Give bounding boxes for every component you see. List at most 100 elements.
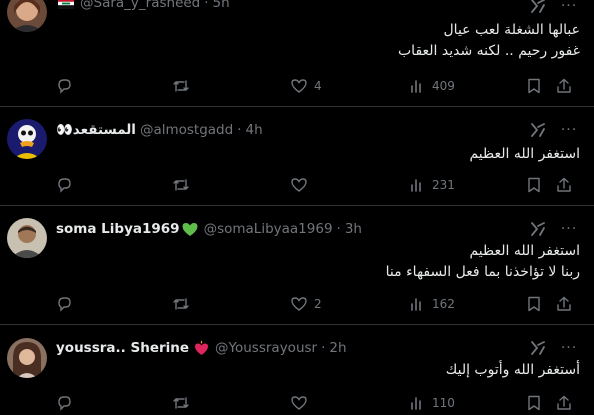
views-button[interactable]: 162 <box>408 294 455 314</box>
more-icon[interactable]: ··· <box>560 121 578 139</box>
share-icon <box>557 177 571 192</box>
tweet-header: @Sara_y_rasheed · 5h <box>56 0 230 13</box>
reply-button[interactable] <box>55 76 79 96</box>
timestamp[interactable]: 5h <box>213 0 230 11</box>
tweet[interactable]: المستقعد👀 @almostgadd · 4h ··· استغفر ال… <box>0 107 594 206</box>
like-count: 2 <box>314 297 322 311</box>
retweet-button[interactable] <box>172 294 196 314</box>
like-button[interactable]: 2 <box>290 294 322 314</box>
avatar[interactable] <box>7 119 47 159</box>
views-button[interactable]: 409 <box>408 76 455 96</box>
user-handle[interactable]: @Sara_y_rasheed <box>80 0 200 11</box>
tweet-text-line: عبالها الشغلة لعب عيال <box>443 22 581 38</box>
heart-icon <box>291 396 307 410</box>
grok-icon[interactable] <box>529 339 547 357</box>
timestamp[interactable]: 4h <box>246 122 263 138</box>
retweet-icon <box>173 397 189 409</box>
tweet[interactable]: youssra.. Sherine @Youssrayousr · 2h ···… <box>0 325 594 415</box>
separator-dot: · <box>321 340 326 356</box>
tweet[interactable]: soma Libya1969 @somaLibyaa1969 · 3h ··· … <box>0 206 594 325</box>
retweet-icon <box>173 80 189 92</box>
views-button[interactable]: 231 <box>408 175 455 195</box>
user-handle[interactable]: @somaLibyaa1969 <box>204 221 333 237</box>
avatar[interactable] <box>7 0 47 32</box>
views-icon <box>411 80 421 93</box>
tweet-text-line: استغفر الله العظيم <box>469 243 580 259</box>
bookmark-button[interactable] <box>525 76 543 96</box>
avatar[interactable] <box>7 218 47 258</box>
like-button[interactable] <box>290 393 314 413</box>
grok-icon[interactable] <box>529 121 547 139</box>
timestamp[interactable]: 2h <box>329 340 346 356</box>
display-name[interactable]: المستقعد👀 <box>56 122 136 138</box>
tweet-text: استغفر الله العظيم ربنا لا تؤاخذنا بما ف… <box>386 241 580 283</box>
grok-icon[interactable] <box>529 220 547 238</box>
tweet-feed: @Sara_y_rasheed · 5h ··· عبالها الشغلة ل… <box>0 0 594 415</box>
share-button[interactable] <box>555 175 573 195</box>
reply-icon <box>58 178 71 193</box>
separator-dot: · <box>336 221 341 237</box>
views-icon <box>411 298 421 311</box>
like-button[interactable]: 4 <box>290 76 322 96</box>
bookmark-button[interactable] <box>525 294 543 314</box>
views-button[interactable]: 110 <box>408 393 455 413</box>
views-count: 231 <box>432 178 455 192</box>
views-count: 409 <box>432 79 455 93</box>
action-bar: 231 <box>0 175 594 195</box>
more-icon[interactable]: ··· <box>560 0 578 15</box>
retweet-button[interactable] <box>172 76 196 96</box>
bookmark-icon <box>528 78 540 94</box>
bookmark-icon <box>528 395 540 411</box>
grok-icon[interactable] <box>529 0 547 15</box>
user-handle[interactable]: @almostgadd <box>140 122 233 138</box>
like-count: 4 <box>314 79 322 93</box>
bookmark-icon <box>528 177 540 193</box>
heart-on-fire-icon <box>194 340 209 356</box>
heart-icon <box>291 178 307 192</box>
tweet-text: عبالها الشغلة لعب عيال غفور رحيم .. لكنه… <box>398 20 580 62</box>
tweet-header: soma Libya1969 @somaLibyaa1969 · 3h <box>56 219 362 239</box>
retweet-button[interactable] <box>172 175 196 195</box>
display-name[interactable]: youssra.. Sherine <box>56 340 189 356</box>
share-icon <box>557 395 571 410</box>
tweet-text: أستغفر الله وأتوب إليك <box>446 360 580 381</box>
avatar[interactable] <box>7 338 47 378</box>
views-count: 110 <box>432 396 455 410</box>
display-name[interactable]: soma Libya1969 <box>56 221 180 237</box>
timestamp[interactable]: 3h <box>345 221 362 237</box>
reply-button[interactable] <box>55 175 79 195</box>
bookmark-button[interactable] <box>525 393 543 413</box>
heart-icon <box>291 79 307 93</box>
tweet-header: youssra.. Sherine @Youssrayousr · 2h <box>56 338 347 358</box>
green-heart-icon <box>182 222 198 237</box>
bookmark-icon <box>528 296 540 312</box>
more-icon[interactable]: ··· <box>560 339 578 357</box>
heart-icon <box>291 297 307 311</box>
like-button[interactable] <box>290 175 314 195</box>
views-icon <box>411 397 421 410</box>
share-icon <box>557 296 571 311</box>
bookmark-button[interactable] <box>525 175 543 195</box>
reply-button[interactable] <box>55 294 79 314</box>
retweet-icon <box>173 298 189 310</box>
retweet-button[interactable] <box>172 393 196 413</box>
tweet-header: المستقعد👀 @almostgadd · 4h <box>56 120 263 140</box>
share-button[interactable] <box>555 76 573 96</box>
tweet-text-line: أستغفر الله وأتوب إليك <box>445 362 580 378</box>
views-count: 162 <box>432 297 455 311</box>
separator-dot: · <box>237 122 242 138</box>
views-icon <box>411 179 421 192</box>
action-bar: 4 409 <box>0 76 594 96</box>
tweet[interactable]: @Sara_y_rasheed · 5h ··· عبالها الشغلة ل… <box>0 0 594 107</box>
user-handle[interactable]: @Youssrayousr <box>215 340 317 356</box>
reply-button[interactable] <box>55 393 79 413</box>
share-button[interactable] <box>555 393 573 413</box>
tweet-text-line: استغفر الله العظيم <box>469 146 580 162</box>
more-icon[interactable]: ··· <box>560 220 578 238</box>
reply-icon <box>58 297 71 312</box>
reply-icon <box>58 79 71 94</box>
iraq-flag-icon <box>58 0 74 9</box>
tweet-text-line: ربنا لا تؤاخذنا بما فعل السفهاء منا <box>385 264 580 280</box>
reply-icon <box>58 396 71 411</box>
share-button[interactable] <box>555 294 573 314</box>
